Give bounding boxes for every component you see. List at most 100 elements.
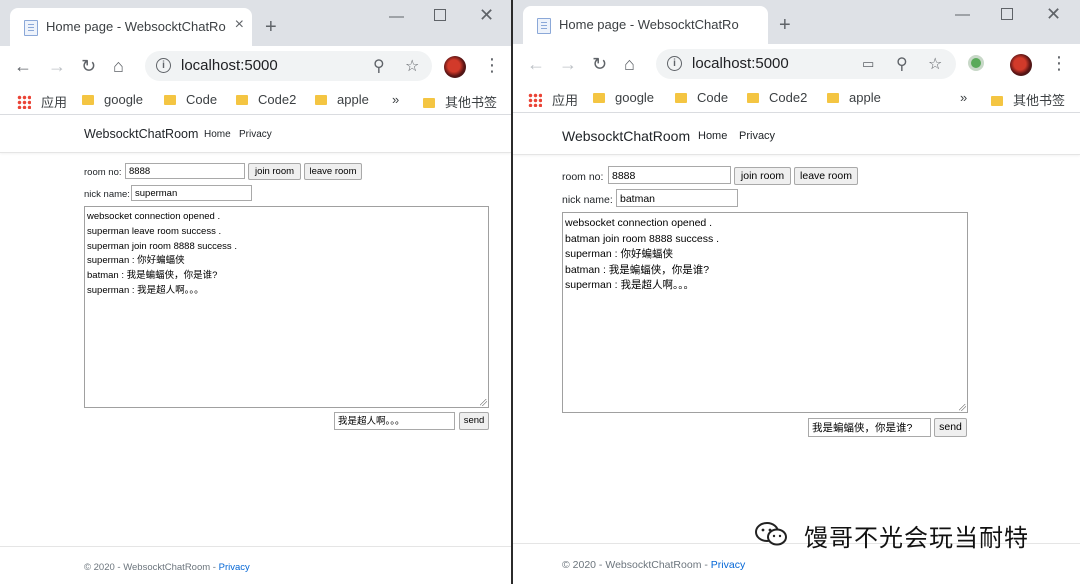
footer-privacy-link[interactable]: Privacy bbox=[219, 562, 250, 573]
cast-icon[interactable]: ▭ bbox=[862, 56, 874, 72]
close-window-icon[interactable]: ✕ bbox=[479, 5, 494, 26]
back-icon[interactable]: ← bbox=[14, 56, 32, 76]
room-label: room no: bbox=[84, 167, 122, 178]
folder-icon bbox=[747, 93, 759, 103]
bookmark-other[interactable]: 其他书签 bbox=[423, 92, 497, 111]
address-url: localhost:5000 bbox=[692, 55, 789, 72]
bookmark-code2[interactable]: Code2 bbox=[747, 90, 807, 105]
bookmark-other[interactable]: 其他书签 bbox=[991, 90, 1065, 109]
bookmark-code2[interactable]: Code2 bbox=[236, 92, 296, 107]
bookmark-code[interactable]: Code bbox=[675, 90, 728, 105]
folder-icon bbox=[164, 95, 176, 105]
folder-icon bbox=[827, 93, 839, 103]
folder-icon bbox=[675, 93, 687, 103]
nav-home[interactable]: Home bbox=[204, 129, 231, 140]
bookmark-google[interactable]: google bbox=[82, 92, 143, 107]
forward-icon[interactable]: → bbox=[559, 54, 577, 74]
join-room-button[interactable]: join room bbox=[734, 167, 791, 185]
bookmarks-overflow-icon[interactable]: » bbox=[960, 90, 967, 105]
browser-window-left: Home page - WebsocktChatRoom × + — ✕ ← →… bbox=[0, 0, 511, 584]
message-input[interactable]: 我是蝙蝠侠，你是谁? bbox=[808, 418, 931, 437]
maximize-icon[interactable] bbox=[1001, 8, 1013, 20]
message-line: superman join room 8888 success . bbox=[87, 240, 237, 252]
message-line: superman : 你好蝙蝠侠 bbox=[565, 248, 673, 260]
message-log[interactable]: websocket connection opened . superman l… bbox=[84, 206, 489, 408]
wechat-logo-icon bbox=[755, 522, 787, 546]
site-info-icon[interactable]: i bbox=[156, 58, 171, 73]
close-window-icon[interactable]: ✕ bbox=[1046, 4, 1061, 25]
room-input[interactable]: 8888 bbox=[608, 166, 731, 184]
page-favicon-icon bbox=[24, 20, 38, 36]
resize-grip-icon[interactable] bbox=[480, 399, 487, 406]
message-line: batman : 我是蝙蝠侠，你是谁? bbox=[87, 270, 218, 282]
zoom-icon[interactable]: ⚲ bbox=[896, 54, 908, 74]
page-content: WebsocktChatRoom Home Privacy room no: 8… bbox=[513, 113, 1080, 584]
minimize-icon[interactable]: — bbox=[955, 6, 970, 23]
folder-icon bbox=[236, 95, 248, 105]
nick-label: nick name: bbox=[84, 189, 130, 200]
send-button[interactable]: send bbox=[934, 418, 967, 437]
bookmark-star-icon[interactable]: ☆ bbox=[928, 54, 942, 74]
back-icon[interactable]: ← bbox=[527, 54, 545, 74]
address-bar[interactable]: i localhost:5000 ⚲ ☆ bbox=[145, 51, 432, 81]
message-line: superman leave room success . bbox=[87, 225, 222, 237]
nav-privacy[interactable]: Privacy bbox=[739, 130, 775, 142]
room-input[interactable]: 8888 bbox=[125, 163, 245, 179]
browser-tab[interactable]: Home page - WebsocktChatRoom × bbox=[10, 8, 252, 46]
message-line: batman : 我是蝙蝠侠，你是谁? bbox=[565, 263, 710, 276]
profile-avatar[interactable] bbox=[1010, 54, 1032, 76]
menu-icon[interactable]: ⋮ bbox=[1050, 53, 1068, 74]
close-tab-icon[interactable]: × bbox=[235, 16, 244, 34]
footer-privacy-link[interactable]: Privacy bbox=[711, 559, 745, 571]
home-icon[interactable]: ⌂ bbox=[624, 54, 635, 74]
folder-icon bbox=[82, 95, 94, 105]
site-brand[interactable]: WebsocktChatRoom bbox=[562, 128, 690, 144]
leave-room-button[interactable]: leave room bbox=[794, 167, 858, 185]
bookmark-apps[interactable]: 应用 bbox=[17, 92, 67, 111]
message-line: superman : 你好蝙蝠侠 bbox=[87, 255, 185, 267]
browser-toolbar: ← → ↻ ⌂ i localhost:5000 ⚲ ☆ ⋮ bbox=[0, 46, 511, 86]
address-bar[interactable]: i localhost:5000 ▭ ⚲ ☆ bbox=[656, 49, 956, 79]
menu-icon[interactable]: ⋮ bbox=[483, 55, 501, 76]
zoom-icon[interactable]: ⚲ bbox=[373, 56, 385, 76]
footer-text: © 2020 - WebsocktChatRoom - Privacy bbox=[84, 562, 250, 573]
bookmark-apple[interactable]: apple bbox=[827, 90, 881, 105]
bookmarks-overflow-icon[interactable]: » bbox=[392, 92, 399, 107]
nav-home[interactable]: Home bbox=[698, 130, 727, 142]
nav-privacy[interactable]: Privacy bbox=[239, 129, 272, 140]
new-tab-icon[interactable]: + bbox=[265, 17, 277, 37]
leave-room-button[interactable]: leave room bbox=[304, 163, 362, 180]
bookmark-code[interactable]: Code bbox=[164, 92, 217, 107]
browser-tab[interactable]: Home page - WebsocktChatRoom bbox=[523, 6, 768, 44]
site-brand[interactable]: WebsocktChatRoom bbox=[84, 127, 198, 141]
home-icon[interactable]: ⌂ bbox=[113, 56, 124, 76]
bookmark-star-icon[interactable]: ☆ bbox=[405, 56, 419, 76]
profile-avatar[interactable] bbox=[444, 56, 466, 78]
join-room-button[interactable]: join room bbox=[248, 163, 301, 180]
reload-icon[interactable]: ↻ bbox=[592, 54, 607, 74]
maximize-icon[interactable] bbox=[434, 9, 446, 21]
site-footer: © 2020 - WebsocktChatRoom - Privacy bbox=[0, 546, 511, 584]
minimize-icon[interactable]: — bbox=[389, 8, 404, 25]
reload-icon[interactable]: ↻ bbox=[81, 56, 96, 76]
new-tab-icon[interactable]: + bbox=[779, 15, 791, 35]
folder-icon bbox=[991, 96, 1003, 106]
bookmark-apps[interactable]: 应用 bbox=[528, 90, 578, 109]
bookmarks-bar: 应用 google Code Code2 apple » 其他书签 bbox=[0, 86, 511, 115]
page-content: WebsocktChatRoom Home Privacy room no: 8… bbox=[0, 115, 511, 584]
folder-icon bbox=[593, 93, 605, 103]
extension-icon[interactable] bbox=[968, 55, 984, 71]
send-button[interactable]: send bbox=[459, 412, 489, 430]
nick-input[interactable]: superman bbox=[131, 185, 252, 201]
resize-grip-icon[interactable] bbox=[959, 404, 966, 411]
address-url: localhost:5000 bbox=[181, 57, 278, 74]
footer-text: © 2020 - WebsocktChatRoom - Privacy bbox=[562, 559, 746, 571]
forward-icon[interactable]: → bbox=[48, 56, 66, 76]
message-input[interactable]: 我是超人啊。。。 bbox=[334, 412, 455, 430]
bookmark-apple[interactable]: apple bbox=[315, 92, 369, 107]
message-line: superman : 我是超人啊。。。 bbox=[565, 279, 694, 291]
message-log[interactable]: websocket connection opened . batman joi… bbox=[562, 212, 968, 413]
bookmark-google[interactable]: google bbox=[593, 90, 654, 105]
nick-input[interactable]: batman bbox=[616, 189, 738, 207]
site-info-icon[interactable]: i bbox=[667, 56, 682, 71]
